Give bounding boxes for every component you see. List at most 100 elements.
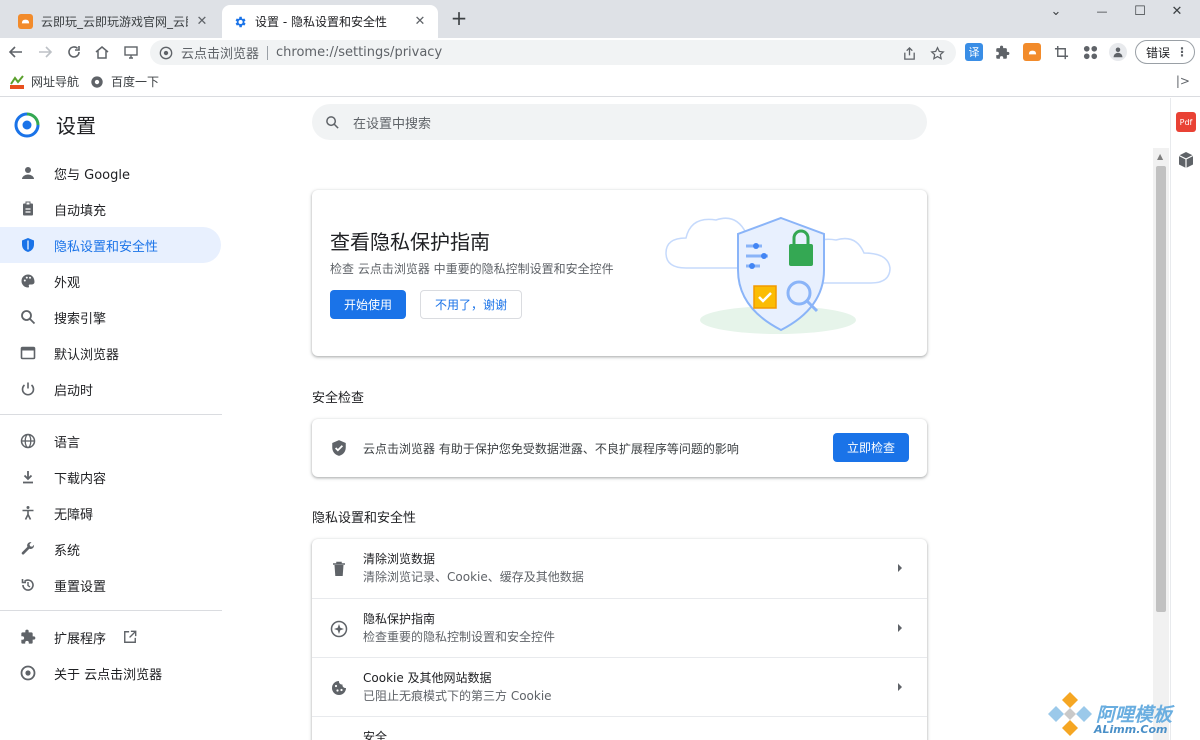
sidebar-divider <box>0 610 222 611</box>
page-scrollbar[interactable]: ▲ <box>1153 148 1169 740</box>
compass-icon <box>329 619 349 639</box>
side-panel: Pdf <box>1170 98 1200 740</box>
cookie-icon <box>329 678 349 698</box>
url-separator <box>267 45 269 60</box>
sidebar-item-system[interactable]: 系统 <box>0 531 221 567</box>
url-text[interactable]: chrome://settings/privacy <box>276 45 442 60</box>
privacy-security-card: 清除浏览数据 清除浏览记录、Cookie、缓存及其他数据 隐私保护指南 检查重要… <box>312 539 927 740</box>
bookmark-star-icon[interactable] <box>928 44 946 62</box>
row-title: 清除浏览数据 <box>363 552 436 566</box>
safety-check-button[interactable]: 立即检查 <box>833 433 909 462</box>
search-placeholder: 在设置中搜索 <box>353 116 432 132</box>
sidebar-item-label: 您与 Google <box>54 167 130 183</box>
translate-extension-icon[interactable]: 译 <box>965 43 983 61</box>
bookmark-hao[interactable]: 网址导航 <box>9 73 79 90</box>
browser-toolbar: 云点击浏览器 chrome://settings/privacy 译 错误 ⋮ <box>0 38 1200 66</box>
settings-gear-icon <box>232 14 247 29</box>
window-close-button[interactable]: ✕ <box>1154 0 1200 22</box>
clipboard-icon <box>19 200 37 218</box>
sidebar-item-autofill[interactable]: 自动填充 <box>0 191 221 227</box>
row-privacy-guide[interactable]: 隐私保护指南 检查重要的隐私控制设置和安全控件 <box>312 598 927 657</box>
promo-title: 查看隐私保护指南 <box>330 230 490 254</box>
tab-search-icon[interactable]: ⌄ <box>1033 0 1079 22</box>
home-button[interactable] <box>90 40 114 64</box>
sidebar-item-label: 自动填充 <box>54 203 107 219</box>
scroll-up-icon[interactable]: ▲ <box>1157 152 1163 161</box>
sidebar-item-downloads[interactable]: 下载内容 <box>0 459 221 495</box>
browser-icon <box>19 344 37 362</box>
watermark-logo: 阿哩模板 ALimm.Com <box>1046 690 1196 738</box>
promo-start-button[interactable]: 开始使用 <box>330 290 406 319</box>
tab-title: 设置 - 隐私设置和安全性 <box>255 15 387 29</box>
profile-error-label: 错误 <box>1146 45 1171 60</box>
sidebar-item-label: 启动时 <box>54 383 94 399</box>
sidebar-item-label: 重置设置 <box>54 579 107 595</box>
tab-settings[interactable]: 设置 - 隐私设置和安全性 ✕ <box>222 5 438 38</box>
bookmark-label: 百度一下 <box>111 75 160 89</box>
wrench-icon <box>19 540 37 558</box>
settings-page: 设置 在设置中搜索 您与 Google 自动填充 隐私设置和安全性 外观 搜索引… <box>0 98 1170 740</box>
sidebar-item-label: 无障碍 <box>54 507 94 523</box>
profile-error-button[interactable]: 错误 ⋮ <box>1135 40 1195 64</box>
new-tab-button[interactable]: + <box>448 8 470 30</box>
puzzle-extension-icon[interactable] <box>993 43 1011 61</box>
sidebar-item-default-browser[interactable]: 默认浏览器 <box>0 335 221 371</box>
settings-search[interactable]: 在设置中搜索 <box>312 104 927 140</box>
sidebar-item-you-and-google[interactable]: 您与 Google <box>0 155 221 191</box>
download-icon <box>19 468 37 486</box>
row-title: 安全 <box>363 730 388 740</box>
sidebar-item-label: 外观 <box>54 275 81 291</box>
shield-icon <box>19 236 37 254</box>
tab-yunjiwan[interactable]: 云即玩_云即玩游戏官网_云即玩游 ✕ <box>8 5 220 38</box>
sidebar-item-privacy[interactable]: 隐私设置和安全性 <box>0 227 221 263</box>
row-clear-browsing-data[interactable]: 清除浏览数据 清除浏览记录、Cookie、缓存及其他数据 <box>312 539 927 598</box>
accessibility-icon <box>19 504 37 522</box>
chevron-right-icon <box>898 624 902 632</box>
sidebar-item-languages[interactable]: 语言 <box>0 423 221 459</box>
share-icon[interactable] <box>900 44 918 62</box>
tab-strip: 云即玩_云即玩游戏官网_云即玩游 ✕ 设置 - 隐私设置和安全性 ✕ + ⌄ —… <box>0 0 1200 38</box>
row-subtitle: 已阻止无痕模式下的第三方 Cookie <box>363 689 552 703</box>
promo-dismiss-button[interactable]: 不用了，谢谢 <box>420 290 522 319</box>
search-icon <box>19 308 37 326</box>
box-tool-icon[interactable] <box>1176 150 1196 170</box>
sidebar-item-accessibility[interactable]: 无障碍 <box>0 495 221 531</box>
reload-button[interactable] <box>62 40 86 64</box>
sidebar-item-reset[interactable]: 重置设置 <box>0 567 221 603</box>
bookmarks-bar: 网址导航 百度一下 |> <box>0 66 1200 97</box>
apps-grid-icon[interactable] <box>1081 43 1099 61</box>
browser-logo-icon <box>158 45 174 61</box>
row-security[interactable]: 安全 <box>312 716 927 740</box>
desktop-icon[interactable] <box>119 40 143 64</box>
sidebar-item-extensions[interactable]: 扩展程序 <box>0 619 221 655</box>
tab-close-icon[interactable]: ✕ <box>412 14 428 30</box>
external-link-icon <box>122 629 138 645</box>
back-button[interactable] <box>4 40 28 64</box>
safety-check-card: 云点击浏览器 有助于保护您免受数据泄露、不良扩展程序等问题的影响 立即检查 <box>312 419 927 477</box>
address-bar[interactable]: 云点击浏览器 chrome://settings/privacy <box>150 40 956 65</box>
tab-title: 云即玩_云即玩游戏官网_云即玩游 <box>41 15 188 29</box>
sidebar-item-appearance[interactable]: 外观 <box>0 263 221 299</box>
sidebar-item-about[interactable]: 关于 云点击浏览器 <box>0 655 221 691</box>
chevron-right-icon <box>898 683 902 691</box>
sidebar-item-search-engine[interactable]: 搜索引擎 <box>0 299 221 335</box>
sidebar-item-label: 下载内容 <box>54 471 107 487</box>
puzzle-icon <box>19 628 37 646</box>
bookmark-baidu[interactable]: 百度一下 <box>89 73 159 90</box>
tab-close-icon[interactable]: ✕ <box>194 14 210 30</box>
sidebar-item-on-startup[interactable]: 启动时 <box>0 371 221 407</box>
yunjiwan-extension-icon[interactable] <box>1023 43 1041 61</box>
scrollbar-thumb[interactable] <box>1156 166 1166 612</box>
settings-title: 设置 <box>56 114 96 138</box>
crop-icon[interactable] <box>1052 43 1070 61</box>
side-panel-toggle-icon[interactable]: |> <box>1176 74 1190 88</box>
shield-check-icon <box>332 440 346 456</box>
forward-button[interactable] <box>33 40 57 64</box>
menu-dots-icon[interactable]: ⋮ <box>1176 45 1188 59</box>
sidebar-item-label: 语言 <box>54 435 81 451</box>
row-cookies[interactable]: Cookie 及其他网站数据 已阻止无痕模式下的第三方 Cookie <box>312 657 927 716</box>
settings-brand: 设置 <box>14 110 96 139</box>
settings-sidebar: 您与 Google 自动填充 隐私设置和安全性 外观 搜索引擎 默认浏览器 启动… <box>0 155 222 691</box>
profile-avatar-icon[interactable] <box>1109 43 1127 61</box>
pdf-tool-button[interactable]: Pdf <box>1176 112 1196 132</box>
